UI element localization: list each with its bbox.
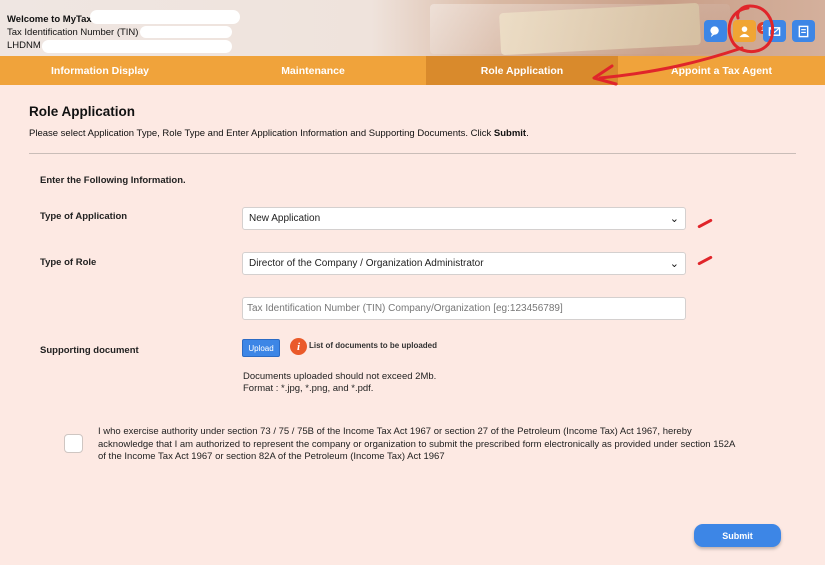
org-label: LHDNM <box>7 40 41 51</box>
company-tin-input[interactable]: Tax Identification Number (TIN) Company/… <box>242 297 686 320</box>
page-instructions: Please select Application Type, Role Typ… <box>29 128 529 139</box>
supporting-document-label: Supporting document <box>40 345 139 356</box>
document-list-link[interactable]: List of documents to be uploaded <box>309 341 437 350</box>
tab-appoint-tax-agent[interactable]: Appoint a Tax Agent <box>618 56 825 85</box>
application-type-value: New Application <box>249 213 321 224</box>
role-type-select[interactable]: Director of the Company / Organization A… <box>242 252 686 275</box>
role-type-value: Director of the Company / Organization A… <box>249 258 484 269</box>
company-tin-placeholder: Tax Identification Number (TIN) Company/… <box>247 303 563 314</box>
info-icon[interactable]: i <box>290 338 307 355</box>
annotation-tick-application <box>697 218 713 229</box>
divider <box>29 153 796 154</box>
size-note: Documents uploaded should not exceed 2Mb… <box>243 371 437 382</box>
main-tabs: Information Display Maintenance Role App… <box>0 56 825 85</box>
section-heading: Enter the Following Information. <box>40 175 186 186</box>
chevron-down-icon: ⌄ <box>669 213 679 225</box>
declaration-checkbox[interactable] <box>64 434 83 453</box>
mail-button[interactable] <box>763 20 786 42</box>
annotation-tick-role <box>697 255 713 266</box>
mail-icon <box>768 26 781 36</box>
redaction-org <box>42 40 232 53</box>
application-type-select[interactable]: New Application ⌄ <box>242 207 686 230</box>
upload-button[interactable]: Upload <box>242 339 280 357</box>
role-type-label: Type of Role <box>40 257 97 268</box>
user-icon <box>739 25 750 37</box>
format-note: Format : *.jpg, *.png, and *.pdf. <box>243 383 374 394</box>
tab-maintenance[interactable]: Maintenance <box>200 56 426 85</box>
chat-button[interactable] <box>704 20 727 42</box>
chevron-down-icon: ⌄ <box>669 258 679 270</box>
page-title: Role Application <box>29 104 136 119</box>
profile-button[interactable] <box>733 20 756 42</box>
tin-label: Tax Identification Number (TIN) <box>7 27 139 38</box>
submit-button[interactable]: Submit <box>694 524 781 547</box>
chat-icon <box>710 25 719 37</box>
tab-role-application[interactable]: Role Application <box>426 56 618 85</box>
document-icon <box>798 25 809 37</box>
tab-information-display[interactable]: Information Display <box>0 56 200 85</box>
redaction-tin <box>140 26 232 38</box>
document-button[interactable] <box>792 20 815 42</box>
redaction-name <box>90 10 240 24</box>
application-type-label: Type of Application <box>40 211 128 222</box>
declaration-text: I who exercise authority under section 7… <box>98 426 735 462</box>
